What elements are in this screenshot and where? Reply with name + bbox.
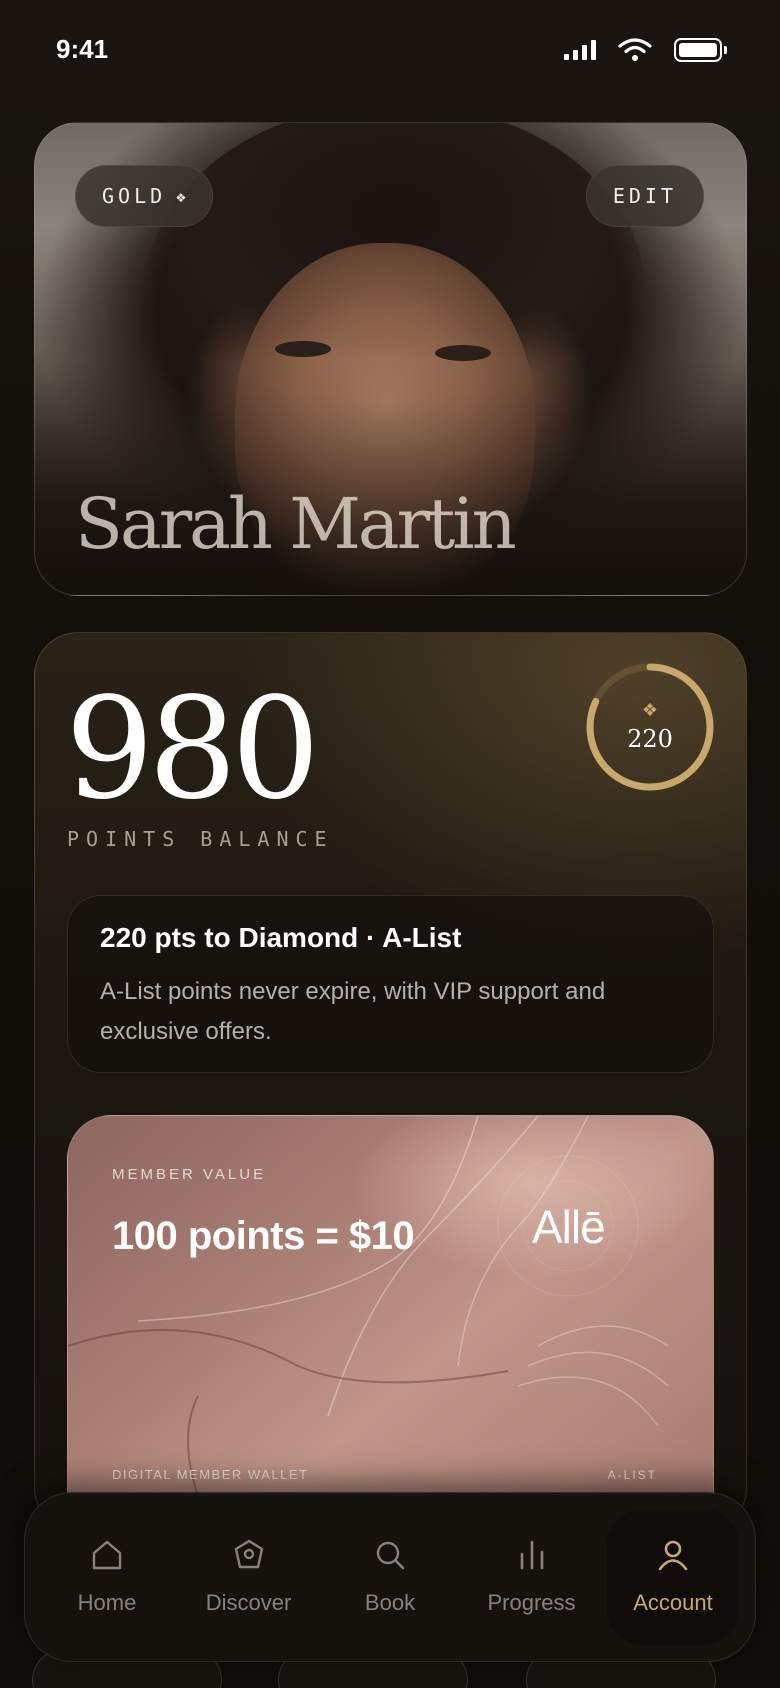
- brand-logo: Allē: [532, 1201, 606, 1253]
- profile-name: Sarah Martin: [75, 483, 517, 565]
- nav-item-book[interactable]: Book: [324, 1509, 456, 1645]
- tier-info-description: A-List points never expire, with VIP sup…: [100, 978, 606, 1045]
- wallet-tier-label: A-LIST: [607, 1468, 657, 1482]
- points-balance-value: 980: [65, 668, 320, 831]
- wifi-icon: [618, 38, 652, 61]
- tier-info-title: 220 pts to Diamond · A-List: [100, 922, 462, 953]
- nav-item-label: Book: [364, 1590, 416, 1615]
- wallet-points-rate: 100 points = $10: [112, 1214, 415, 1258]
- screen: 9:41 GOLD ❖ EDIT Sarah Martin 980 POINTS…: [0, 0, 780, 1688]
- nav-item-label: Home: [77, 1590, 137, 1615]
- status-time: 9:41: [56, 34, 109, 64]
- nav-item-progress[interactable]: Progress: [466, 1509, 598, 1645]
- profile-hero: GOLD ❖ EDIT Sarah Martin: [34, 122, 747, 596]
- search-icon: [376, 1541, 405, 1570]
- nav-item-label: Progress: [487, 1590, 576, 1615]
- nav-item-label: Discover: [205, 1590, 292, 1615]
- diamond-icon: ❖: [641, 700, 659, 720]
- points-balance-label: POINTS BALANCE: [67, 827, 334, 851]
- points-card: 980 POINTS BALANCE ❖ 220 220 pts to Diam…: [34, 632, 747, 1532]
- bottom-nav: Home Discover Book Progress Account: [24, 1492, 756, 1662]
- discover-icon: [234, 1539, 263, 1569]
- tier-progress-ring: ❖ 220: [584, 661, 716, 793]
- status-icons: [564, 38, 727, 62]
- account-icon: [658, 1540, 688, 1571]
- nav-item-home[interactable]: Home: [41, 1509, 173, 1645]
- edit-button-label: EDIT: [612, 184, 677, 208]
- member-wallet-card[interactable]: MEMBER VALUE 100 points = $10 Allē DIGIT…: [67, 1115, 714, 1495]
- edit-button[interactable]: EDIT: [585, 165, 704, 227]
- home-icon: [92, 1540, 122, 1570]
- progress-icon: [520, 1540, 543, 1570]
- signal-icon: [564, 40, 596, 60]
- battery-icon: [674, 38, 727, 62]
- nav-item-account[interactable]: Account: [607, 1509, 739, 1645]
- points-to-next-tier: 220: [627, 725, 673, 753]
- wallet-kicker: MEMBER VALUE: [112, 1166, 267, 1183]
- tier-badge: GOLD ❖: [75, 165, 213, 227]
- tier-badge-label: GOLD: [102, 184, 167, 208]
- wallet-footer-label: DIGITAL MEMBER WALLET: [112, 1467, 309, 1482]
- nav-item-discover[interactable]: Discover: [183, 1509, 315, 1645]
- nav-item-label: Account: [633, 1590, 713, 1615]
- tier-info-box[interactable]: 220 pts to Diamond · A-List A-List point…: [67, 895, 714, 1073]
- diamond-icon: ❖: [176, 186, 186, 206]
